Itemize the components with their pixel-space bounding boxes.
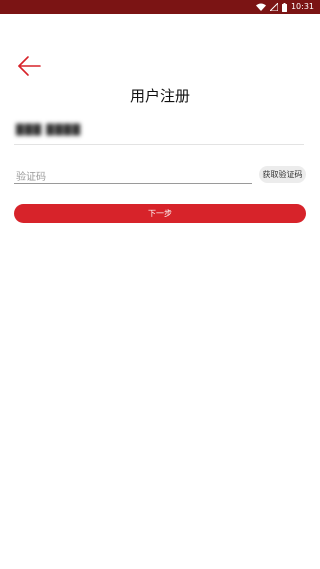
phone-field[interactable]: ███ ████ [14, 120, 304, 145]
get-code-button[interactable]: 获取验证码 [259, 166, 306, 183]
status-bar-right: 10:31 [255, 1, 314, 13]
phone-value: ███ ████ [16, 125, 82, 136]
page-title: 用户注册 [129, 87, 190, 105]
arrow-left-icon [16, 56, 42, 82]
status-bar: 10:31 [0, 0, 320, 14]
status-time: 10:31 [290, 2, 314, 11]
battery-icon [281, 2, 287, 12]
verification-code-field[interactable] [14, 165, 252, 187]
back-button[interactable] [16, 54, 42, 78]
wifi-icon [255, 3, 266, 11]
next-button[interactable]: 下一步 [14, 204, 306, 223]
verification-code-input[interactable] [14, 168, 246, 187]
signal-icon [268, 1, 279, 12]
